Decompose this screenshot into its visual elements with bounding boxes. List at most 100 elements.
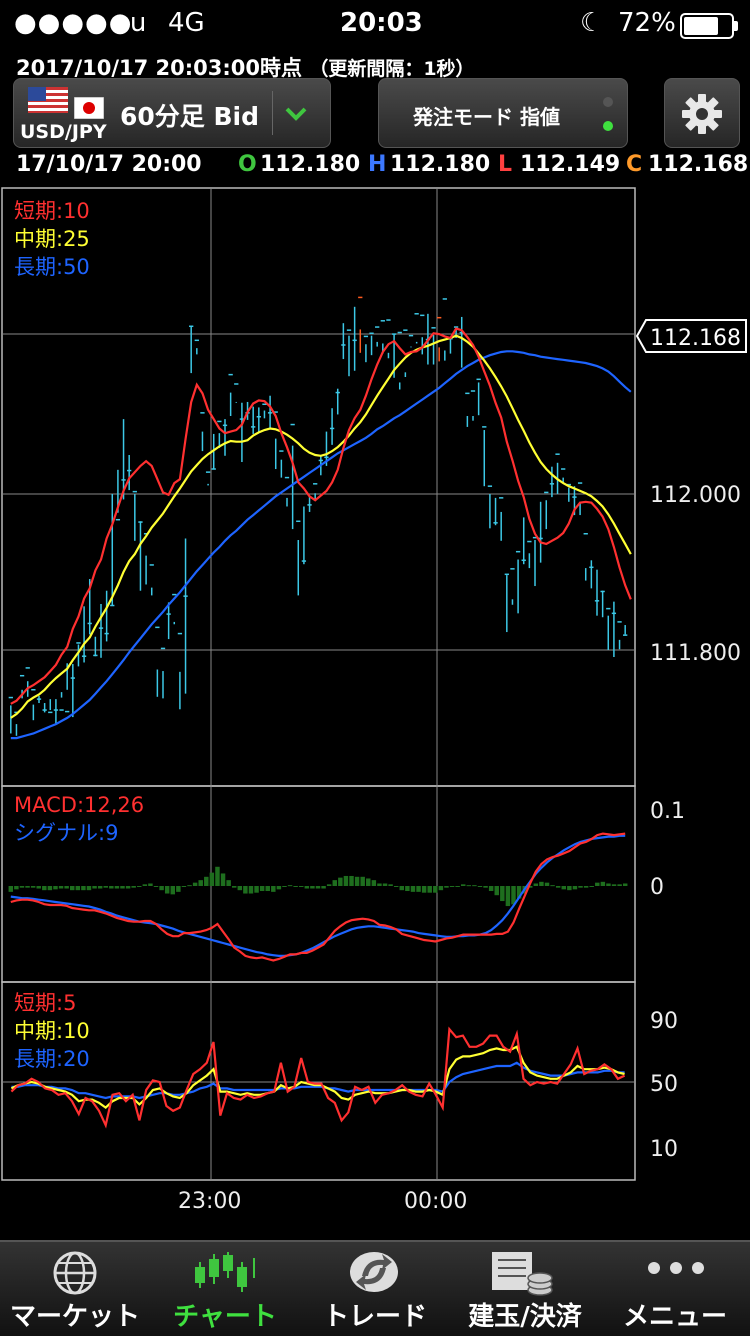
candle-body [555, 453, 560, 455]
legend-signal: シグナル:9 [14, 821, 118, 845]
candles-icon [192, 1248, 258, 1300]
candle-body [110, 604, 115, 607]
macd-histogram-bar [81, 886, 86, 891]
current-price-tag: 112.168 [635, 319, 747, 353]
candle-body [341, 344, 346, 346]
ma-mid-line [10, 334, 632, 719]
candle-body [414, 313, 419, 315]
settings-button[interactable] [664, 78, 740, 148]
order-mode-button[interactable]: 発注モード 指値 [378, 78, 628, 148]
candle-body [561, 468, 566, 470]
gear-icon [681, 93, 723, 139]
macd-histogram-bar [53, 886, 58, 890]
candle-body [256, 416, 261, 418]
candle-body [318, 459, 323, 462]
macd-histogram-bar [438, 886, 444, 891]
tab-positions[interactable]: 建玉/決済 [450, 1242, 600, 1336]
candle-body [25, 667, 30, 669]
macd-histogram-bar [237, 886, 243, 891]
osc-long-line [11, 1061, 625, 1100]
battery-percent: 72% [618, 8, 676, 38]
macd-histogram-bar [215, 866, 220, 886]
macd-tick-01: 0.1 [650, 799, 685, 824]
dropdown-button[interactable] [272, 91, 319, 135]
candle-body [504, 573, 509, 576]
macd-histogram-bar [589, 886, 594, 887]
tab-trade[interactable]: トレード [300, 1242, 450, 1336]
candle-body [324, 456, 329, 459]
candle-body [515, 550, 521, 553]
pair-label: USD/JPY [20, 121, 107, 143]
macd-histogram-bar [421, 886, 427, 893]
macd-histogram-bar [444, 886, 449, 888]
macd-histogram-bar [572, 886, 578, 890]
macd-histogram-bar [181, 886, 187, 887]
candle-body [155, 626, 160, 629]
candle-body [194, 339, 199, 342]
candle-body [380, 320, 385, 322]
indicator-on-icon [603, 121, 613, 131]
candle-body [521, 559, 526, 562]
macd-histogram-bar [293, 886, 298, 887]
candle-body [307, 504, 312, 506]
candle-body [284, 476, 290, 479]
macd-histogram-bar [198, 880, 203, 886]
candle-body [65, 710, 70, 713]
candle-body [487, 485, 493, 487]
candle-date: 17/10/17 20:00 [16, 152, 202, 177]
macd-histogram-bar [578, 886, 583, 888]
tab-market[interactable]: マーケット [0, 1242, 150, 1336]
candle-body [510, 568, 515, 570]
rsi-panel-frame [1, 981, 636, 1181]
candle-body [623, 634, 628, 636]
candle-body [76, 642, 81, 644]
macd-histogram-bar [416, 886, 421, 892]
candle-body [499, 497, 504, 499]
macd-histogram-bar [410, 886, 416, 892]
macd-histogram-bar [455, 886, 460, 887]
macd-histogram-bar [500, 886, 505, 902]
candle-body [329, 427, 335, 430]
macd-histogram-bar [494, 886, 499, 896]
candle-body [183, 595, 188, 597]
macd-histogram-bar [226, 880, 231, 886]
exchange-icon [346, 1248, 402, 1300]
macd-histogram-bar [483, 886, 488, 888]
candle-body [313, 483, 318, 485]
macd-histogram-bar [70, 886, 75, 891]
macd-series [8, 832, 628, 962]
candle-body [222, 424, 228, 427]
macd-histogram-bar [36, 886, 41, 889]
candle-body [251, 426, 256, 428]
macd-histogram-bar [382, 883, 388, 886]
macd-histogram-bar [64, 886, 69, 889]
macd-histogram-bar [583, 886, 589, 888]
pair-timeframe-selector[interactable]: USD/JPY 60分足 Bid [13, 78, 331, 148]
tab-chart[interactable]: チャート [150, 1242, 300, 1336]
macd-histogram-bar [539, 881, 544, 886]
candle-body [104, 632, 109, 635]
macd-histogram-bar [58, 886, 64, 889]
macd-histogram-bar [388, 884, 393, 886]
candle-body [301, 560, 307, 562]
macd-histogram-bar [600, 881, 606, 886]
osc-tick-10: 10 [650, 1137, 678, 1162]
close-value: 112.168 [648, 152, 749, 177]
macd-histogram-bar [176, 886, 181, 892]
candle-body [70, 677, 75, 679]
chart-svg[interactable]: 112.000 111.800 0.1 0 90 50 10 112.168 2… [0, 186, 750, 1226]
macd-histogram-bar [30, 886, 36, 888]
candle-body [420, 314, 425, 317]
network-label: 4G [168, 8, 205, 38]
macd-histogram-bar [393, 886, 399, 887]
candle-body [81, 655, 87, 657]
macd-histogram-bar [109, 886, 114, 889]
ma-short-line [10, 327, 632, 705]
candle-body [217, 420, 222, 423]
tab-menu[interactable]: メニュー [600, 1242, 750, 1336]
chart-area[interactable]: 112.000 111.800 0.1 0 90 50 10 112.168 2… [0, 186, 750, 1230]
candle-body [267, 412, 273, 414]
candle-body [611, 612, 617, 615]
candle-body [48, 711, 53, 714]
candle-body [59, 709, 64, 711]
